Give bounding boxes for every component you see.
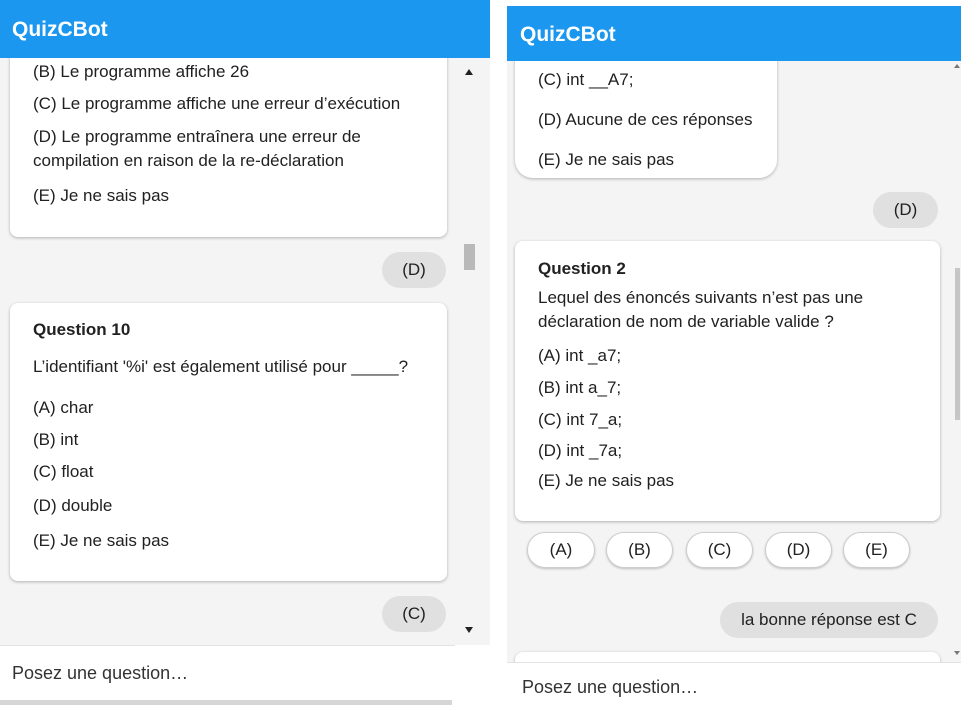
message-input-bar bbox=[507, 662, 961, 709]
scroll-down-icon[interactable] bbox=[465, 627, 473, 633]
chat-area: (B) Le programme affiche 26 (C) Le progr… bbox=[0, 58, 490, 645]
chat-scrollbar[interactable] bbox=[461, 62, 478, 642]
answer-option: (D) double bbox=[33, 496, 113, 515]
answer-option: (E) Je ne sais pas bbox=[538, 150, 675, 169]
scroll-down-icon[interactable] bbox=[954, 651, 960, 655]
message-input[interactable] bbox=[8, 654, 448, 692]
user-message-bubble: (C) bbox=[382, 596, 446, 632]
answer-option: (B) int a_7; bbox=[538, 378, 622, 397]
user-message-bubble: (D) bbox=[382, 252, 446, 288]
answer-option: (C) int 7_a; bbox=[538, 410, 623, 429]
answer-option: (E) Je ne sais pas bbox=[33, 186, 170, 205]
question-title: Question 10 bbox=[33, 320, 131, 339]
answer-option: (B) Le programme affiche 26 bbox=[33, 62, 250, 81]
answer-option: (C) int __A7; bbox=[538, 70, 634, 89]
divider bbox=[0, 700, 452, 705]
answer-button-a[interactable]: (A) bbox=[527, 532, 595, 568]
answer-button-e[interactable]: (E) bbox=[843, 532, 910, 568]
question-text: Lequel des énoncés suivants n’est pas un… bbox=[538, 288, 864, 331]
user-message-bubble: la bonne réponse est C bbox=[720, 602, 938, 638]
answer-option: (E) Je ne sais pas bbox=[33, 531, 170, 550]
answer-button-c[interactable]: (C) bbox=[686, 532, 753, 568]
bot-question-card: (C) int __A7; (D) Aucune de ces réponses… bbox=[515, 61, 777, 178]
answer-option: (B) int bbox=[33, 430, 79, 449]
answer-button-d[interactable]: (D) bbox=[765, 532, 832, 568]
app-header: QuizCBot bbox=[507, 6, 961, 61]
right-chat-screen: QuizCBot (C) int __A7; (D) Aucune de ces… bbox=[507, 0, 961, 709]
message-input[interactable] bbox=[518, 668, 948, 706]
answer-button-b[interactable]: (B) bbox=[606, 532, 673, 568]
scrollbar-thumb[interactable] bbox=[464, 244, 475, 270]
chat-area: (C) int __A7; (D) Aucune de ces réponses… bbox=[507, 61, 961, 662]
question-text: L’identifiant '%i' est également utilisé… bbox=[33, 357, 409, 376]
message-input-bar bbox=[0, 645, 455, 700]
answer-option: (E) Je ne sais pas bbox=[538, 471, 675, 490]
answer-option: (A) char bbox=[33, 398, 94, 417]
answer-option: (A) int _a7; bbox=[538, 346, 622, 365]
answer-option: (C) Le programme affiche une erreur d’ex… bbox=[33, 94, 401, 113]
scroll-up-icon[interactable] bbox=[465, 69, 473, 75]
answer-option: (D) Le programme entraînera une erreur d… bbox=[33, 127, 361, 170]
question-title: Question 2 bbox=[538, 259, 626, 278]
answer-option: (D) int _7a; bbox=[538, 441, 623, 460]
scrollbar-thumb[interactable] bbox=[955, 268, 960, 420]
left-chat-screen: QuizCBot (B) Le programme affiche 26 (C)… bbox=[0, 0, 490, 709]
app-header: QuizCBot bbox=[0, 0, 490, 58]
app-title: QuizCBot bbox=[12, 18, 108, 41]
chat-scrollbar[interactable] bbox=[954, 61, 961, 662]
bot-question-card: Question 10 L’identifiant '%i' est égale… bbox=[10, 303, 447, 581]
answer-option: (D) Aucune de ces réponses bbox=[538, 110, 753, 129]
app-title: QuizCBot bbox=[520, 23, 616, 46]
bot-question-card: (B) Le programme affiche 26 (C) Le progr… bbox=[10, 58, 447, 237]
scroll-up-icon[interactable] bbox=[954, 64, 960, 68]
answer-option: (C) float bbox=[33, 462, 94, 481]
bot-message-card bbox=[515, 652, 940, 662]
bot-question-card: Question 2 Lequel des énoncés suivants n… bbox=[515, 241, 940, 521]
user-message-bubble: (D) bbox=[873, 192, 938, 228]
